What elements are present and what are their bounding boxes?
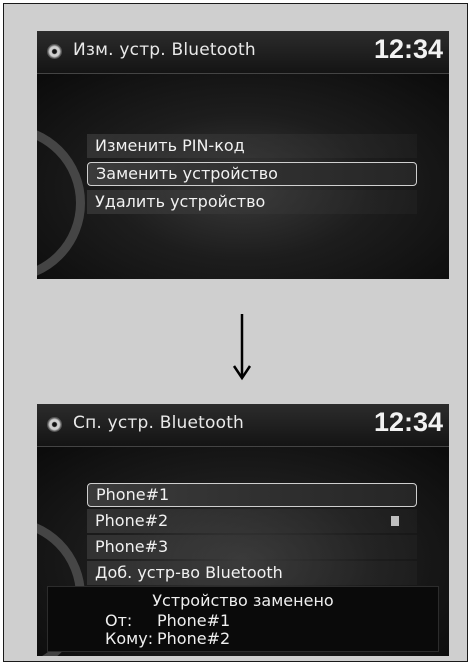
notice-to-label: Кому: [105,629,154,648]
notice-to-value: Phone#2 [157,629,231,648]
gear-icon [48,418,61,431]
dial-ring-decoration [37,124,85,279]
notice-title: Устройство заменено [152,591,334,610]
notice-to-row: Кому: Phone#2 [105,629,230,649]
menu-item-change-pin[interactable]: Изменить PIN-код [87,134,417,158]
figure-frame: Изм. устр. Bluetooth 12:34 Изменить PIN-… [3,3,468,662]
device-item-phone2[interactable]: Phone#2 [87,509,417,533]
screen-header: Изм. устр. Bluetooth 12:34 [37,31,449,74]
device-item-phone1[interactable]: Phone#1 [87,483,417,507]
device-label: Phone#2 [95,511,169,530]
phone-connected-icon [391,516,399,526]
device-item-phone3[interactable]: Phone#3 [87,535,417,559]
notice-from-label: От: [105,611,133,630]
menu-item-add-bluetooth-device[interactable]: Доб. устр-во Bluetooth [87,561,417,585]
menu-area: Изменить PIN-код Заменить устройство Уда… [37,74,449,279]
menu-item-delete-device[interactable]: Удалить устройство [87,190,417,214]
clock: 12:34 [373,407,443,437]
clock: 12:34 [373,34,443,64]
notice-from-value: Phone#1 [157,611,231,630]
arrow-down-icon [232,314,252,381]
gear-icon [48,45,61,58]
notice-from-row: От: Phone#1 [105,611,230,631]
screen-header: Сп. устр. Bluetooth 12:34 [37,404,449,447]
bluetooth-device-list-screen: Сп. устр. Bluetooth 12:34 Phone#1 Phone#… [37,404,449,656]
replacement-notice: Устройство заменено От: Phone#1 Кому: Phon… [47,586,439,652]
screen-title: Изм. устр. Bluetooth [73,40,256,60]
menu-item-replace-device[interactable]: Заменить устройство [87,162,417,186]
bluetooth-edit-screen: Изм. устр. Bluetooth 12:34 Изменить PIN-… [37,31,449,279]
screen-title: Сп. устр. Bluetooth [73,413,245,433]
